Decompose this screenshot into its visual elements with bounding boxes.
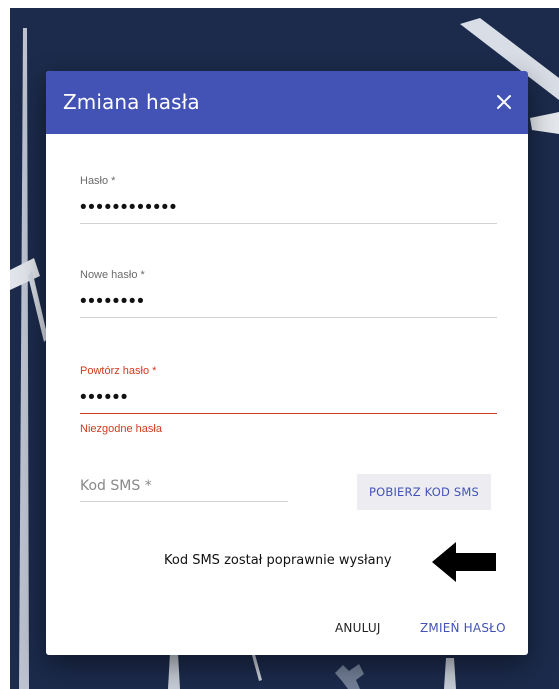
password-value[interactable]: ••••••••••••: [80, 195, 497, 221]
repeat-password-field[interactable]: Powtórz hasło * •••••• Niezgodne hasła: [80, 365, 497, 435]
new-password-field[interactable]: Nowe hasło * ••••••••: [80, 269, 497, 318]
new-password-underline: [80, 317, 497, 318]
change-password-button[interactable]: ZMIEŃ HASŁO: [420, 613, 506, 643]
password-mismatch-error: Niezgodne hasła: [80, 423, 162, 435]
close-button[interactable]: [492, 90, 516, 114]
new-password-label: Nowe hasło *: [80, 269, 145, 281]
sms-code-underline: [80, 501, 288, 502]
sms-code-field: [80, 475, 288, 502]
repeat-password-label: Powtórz hasło *: [80, 365, 157, 377]
repeat-password-value[interactable]: ••••••: [80, 385, 497, 411]
arrow-left-icon: [432, 542, 496, 582]
password-field[interactable]: Hasło * ••••••••••••: [80, 175, 497, 224]
password-label: Hasło *: [80, 175, 116, 187]
change-password-dialog: Zmiana hasła Hasło * •••••••••••• Nowe h…: [46, 71, 528, 655]
cancel-button[interactable]: ANULUJ: [335, 613, 381, 643]
new-password-value[interactable]: ••••••••: [80, 289, 497, 315]
sms-sent-message: Kod SMS został poprawnie wysłany: [164, 553, 392, 568]
dialog-header: Zmiana hasła: [46, 71, 528, 134]
get-sms-code-button[interactable]: POBIERZ KOD SMS: [357, 474, 491, 510]
password-underline: [80, 223, 497, 224]
dialog-title: Zmiana hasła: [63, 90, 200, 114]
repeat-password-underline: [80, 413, 497, 414]
close-icon: [497, 95, 511, 109]
sms-code-input[interactable]: [80, 475, 288, 497]
